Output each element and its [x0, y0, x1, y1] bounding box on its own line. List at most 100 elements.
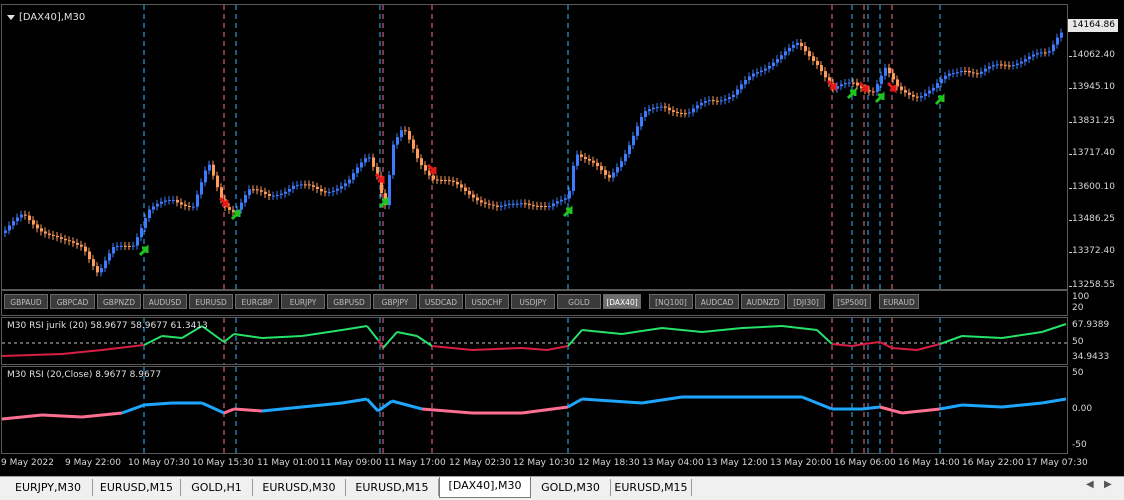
chart-tab[interactable]: EURUSD,M15 — [611, 479, 692, 496]
rsi-pane[interactable]: M30 RSI (20,Close) 8.9677 8.9677 — [1, 366, 1068, 454]
symbol-button-usdjpy[interactable]: USDJPY — [511, 294, 555, 309]
rsi-segment — [341, 397, 368, 405]
candle-body — [972, 72, 975, 74]
candle-body — [924, 93, 927, 97]
symbol-button-gbpjpy[interactable]: GBPJPY — [373, 294, 417, 309]
candle-body — [1056, 37, 1059, 45]
candle-body — [424, 165, 427, 171]
chart-tab[interactable]: EURUSD,M30 — [253, 479, 346, 496]
candle-body — [552, 203, 555, 207]
candle-body — [316, 186, 319, 189]
candle-body — [544, 206, 547, 208]
chart-tab[interactable]: GOLD,M30 — [531, 479, 611, 496]
candle-body — [192, 206, 195, 208]
symbol-button-eurgbp[interactable]: EURGBP — [235, 294, 279, 309]
candle-body — [808, 51, 811, 57]
chart-tab[interactable]: EURJPY,M30 — [4, 479, 93, 496]
candle-body — [80, 244, 83, 247]
candle-body — [404, 130, 407, 132]
symbol-button-euraud[interactable]: EURAUD — [879, 294, 919, 309]
candle-body — [888, 67, 891, 74]
symbol-button-usdchf[interactable]: USDCHF — [465, 294, 509, 309]
rsi-jurik-segment — [261, 335, 303, 339]
candle-body — [1028, 56, 1031, 60]
candle-body — [660, 106, 663, 108]
symbol-button-gbpaud[interactable]: GBPAUD — [4, 294, 48, 309]
symbol-button-eurjpy[interactable]: EURJPY — [281, 294, 325, 309]
candle-body — [676, 111, 679, 113]
collapse-triangle-icon[interactable] — [7, 14, 15, 20]
chart-tab[interactable]: EURUSD,M15 — [93, 479, 181, 496]
rsi-segment — [939, 403, 963, 411]
candle-body — [776, 59, 779, 63]
price-chart-canvas — [4, 5, 1063, 289]
candle-body — [276, 194, 279, 196]
symbol-button-audcad[interactable]: AUDCAD — [695, 294, 739, 309]
candle-body — [640, 116, 643, 127]
rsi-segment — [861, 405, 881, 411]
candle-body — [1000, 64, 1003, 66]
symbol-button-dax40[interactable]: [DAX40] — [603, 294, 641, 309]
candle-body — [1048, 51, 1051, 53]
candle-body — [140, 227, 143, 238]
rsi-segment — [801, 395, 833, 411]
candle-body — [872, 91, 875, 93]
candle-body — [688, 112, 691, 114]
symbol-button-audusd[interactable]: AUDUSD — [143, 294, 187, 309]
candle-body — [884, 67, 887, 76]
symbol-button-gbpnzd[interactable]: GBPNZD — [97, 294, 141, 309]
candle-body — [132, 245, 135, 247]
chart-tab[interactable]: GOLD,H1 — [181, 479, 253, 496]
candle-body — [952, 72, 955, 74]
candle-body — [352, 173, 355, 180]
symbol-button-usdcad[interactable]: USDCAD — [419, 294, 463, 309]
rsi-canvas — [2, 367, 1067, 453]
price-scale-tick — [1069, 154, 1072, 155]
candle-body — [208, 164, 211, 171]
candle-body — [1040, 52, 1043, 54]
rsi-jurik-segment — [431, 345, 473, 351]
tab-scroll-right-icon[interactable]: ▶ — [1104, 479, 1112, 490]
candle-body — [788, 47, 791, 52]
candle-body — [92, 259, 95, 267]
rsi-segment — [1001, 401, 1043, 409]
symbol-button-audnzd[interactable]: AUDNZD — [741, 294, 785, 309]
symbol-button-sp500[interactable]: [SP500] — [833, 294, 871, 309]
chart-window[interactable]: [DAX40],M30 14062.40 13945.10 13831.25 1371… — [0, 0, 1124, 476]
symbol-button-gbpusd[interactable]: GBPUSD — [327, 294, 371, 309]
rsi-segment — [567, 397, 583, 409]
symbol-button-nq100[interactable]: [NQ100] — [649, 294, 693, 309]
candle-body — [804, 46, 807, 52]
candle-body — [956, 72, 959, 74]
price-scale[interactable]: 14062.40 13945.10 13831.25 13717.40 13600.10… — [1069, 4, 1124, 290]
candle-body — [608, 174, 611, 178]
candle-body — [288, 188, 291, 192]
symbol-button-gbpcad[interactable]: GBPCAD — [50, 294, 95, 309]
candle-body — [216, 175, 219, 188]
symbol-button-dji30[interactable]: [DJI30] — [787, 294, 825, 309]
chart-tab[interactable]: [DAX40],M30 — [439, 477, 531, 498]
price-chart-pane[interactable]: [DAX40],M30 — [1, 4, 1068, 290]
candle-body — [680, 112, 683, 114]
candle-body — [452, 180, 455, 183]
candle-body — [528, 203, 531, 206]
candle-body — [536, 205, 539, 207]
rsi-jurik-segment — [366, 325, 379, 341]
candle-body — [800, 42, 803, 47]
candle-body — [996, 64, 999, 66]
tab-scroll-left-icon[interactable]: ◀ — [1086, 479, 1094, 490]
candle-body — [100, 268, 103, 273]
rsi-segment — [581, 397, 643, 405]
candle-body — [408, 131, 411, 140]
candle-body — [300, 184, 303, 186]
symbol-button-gold[interactable]: GOLD — [557, 294, 601, 309]
symbol-button-eurusd[interactable]: EURUSD — [189, 294, 233, 309]
candle-body — [792, 45, 795, 48]
candle-body — [32, 220, 35, 225]
rsi-segment — [201, 401, 225, 415]
buy-arrow-icon — [138, 244, 149, 257]
rsi-jurik-segment — [2, 353, 63, 357]
rsi-jurik-pane[interactable]: M30 RSI jurik (20) 58.9677 58.9677 61.34… — [1, 317, 1068, 365]
candle-body — [96, 266, 99, 273]
chart-tab[interactable]: EURUSD,M15 — [346, 479, 439, 496]
